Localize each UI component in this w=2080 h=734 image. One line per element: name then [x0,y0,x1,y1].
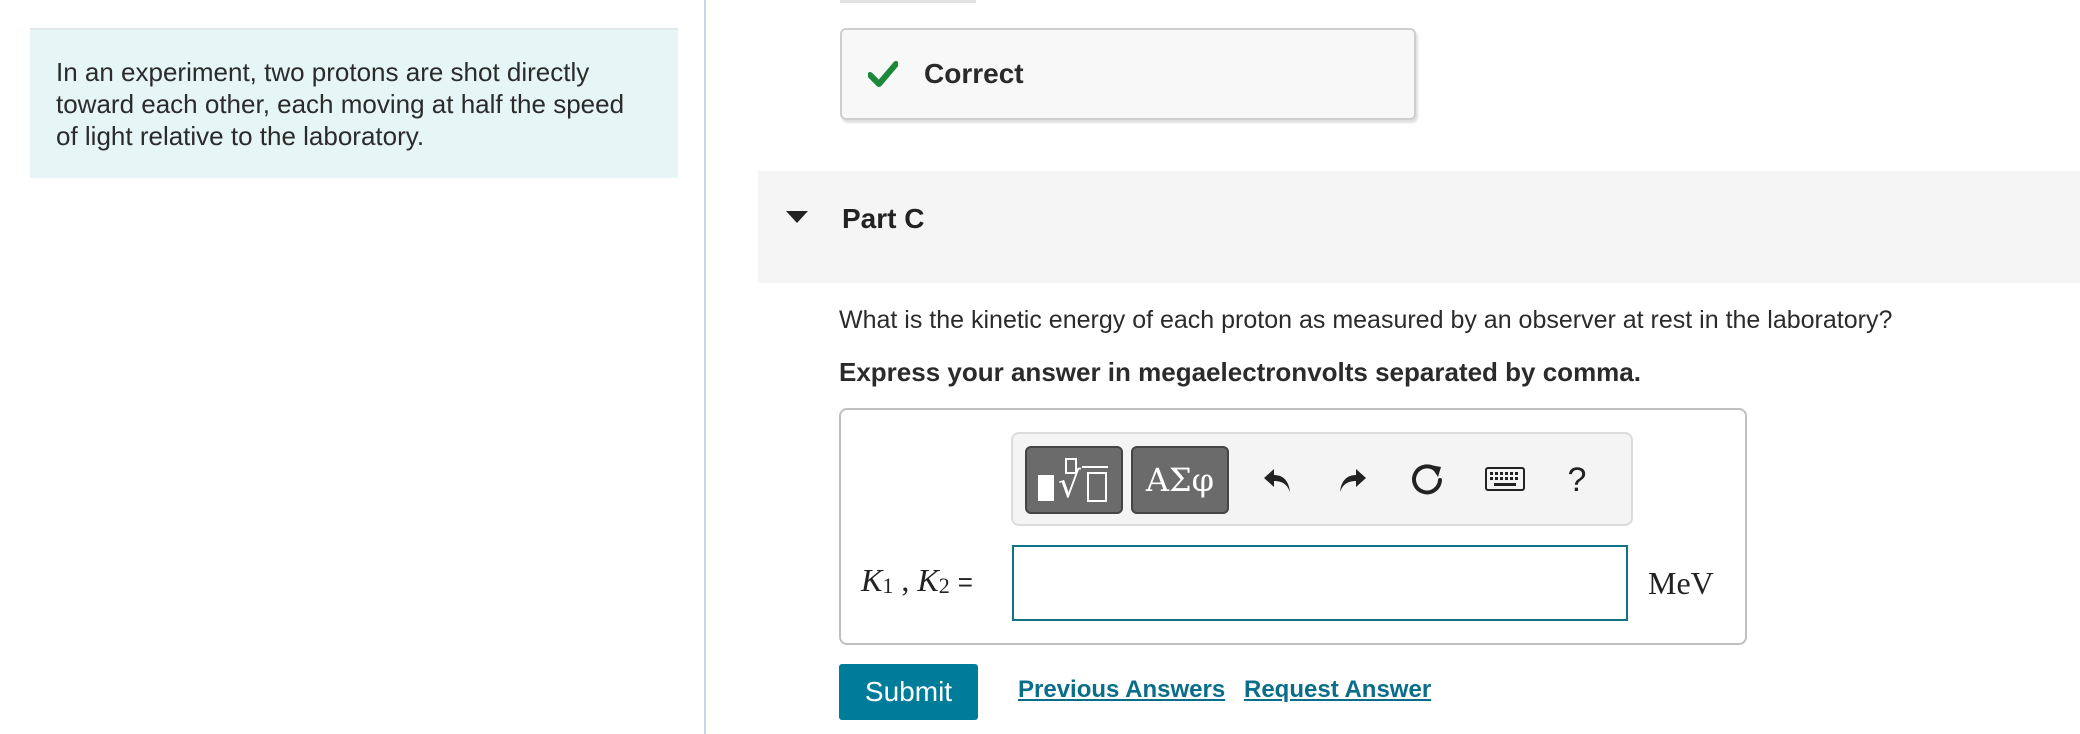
submit-button[interactable]: Submit [839,664,978,720]
math-toolbar: √ ΑΣφ ? [1011,432,1633,526]
answer-panel: √ ΑΣφ ? K1 , K2 = MeV [839,408,1747,645]
svg-text:√: √ [1058,465,1081,505]
var2: K [917,562,939,598]
caret-down-icon[interactable] [786,211,808,223]
redo-icon[interactable] [1329,456,1377,504]
checkmark-icon [867,61,899,87]
previous-answers-link[interactable]: Previous Answers [1018,676,1225,704]
undo-icon[interactable] [1253,456,1301,504]
feedback-correct-box: Correct [840,28,1416,120]
part-title: Part C [842,203,925,234]
previous-part-tab-edge [840,0,976,3]
keyboard-icon[interactable] [1481,456,1529,504]
sub2: 2 [938,573,950,598]
answer-input[interactable] [1012,545,1628,621]
unit-label: MeV [1648,565,1714,601]
symbols-button[interactable]: ΑΣφ [1131,446,1229,514]
column-divider [704,0,706,734]
templates-button[interactable]: √ [1025,446,1123,514]
question-text: What is the kinetic energy of each proto… [839,306,1893,334]
request-answer-link[interactable]: Request Answer [1244,676,1431,704]
problem-intro-text: In an experiment, two protons are shot d… [56,57,625,151]
feedback-status: Correct [924,58,1024,89]
part-c-header[interactable]: Part C [758,171,2080,283]
separator: , [893,562,918,598]
reset-icon[interactable] [1403,456,1451,504]
var1: K [861,562,883,598]
templates-icon: √ [1038,458,1108,505]
problem-intro-panel: In an experiment, two protons are shot d… [30,30,678,178]
instruction-text: Express your answer in megaelectronvolts… [839,357,1641,387]
sub1: 1 [882,573,894,598]
equals-sign: = [957,567,973,597]
help-button[interactable]: ? [1553,456,1601,504]
answer-variables-label: K1 , K2 = [861,562,973,599]
